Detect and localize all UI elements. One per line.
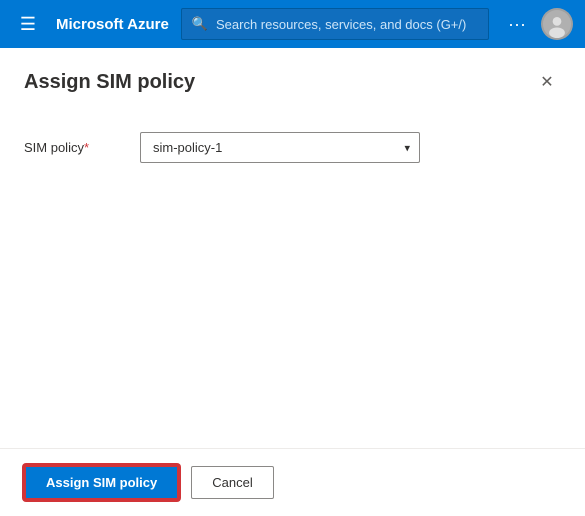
- close-button[interactable]: ✕: [533, 68, 561, 96]
- sim-policy-select[interactable]: sim-policy-1 sim-policy-2 sim-policy-3: [140, 132, 420, 163]
- search-icon: 🔍: [192, 16, 208, 32]
- more-options-button[interactable]: ···: [501, 8, 533, 40]
- search-input[interactable]: [216, 17, 478, 32]
- ellipsis-icon: ···: [508, 14, 526, 35]
- navbar: ☰ Microsoft Azure 🔍 ···: [0, 0, 585, 48]
- azure-brand-logo: Microsoft Azure: [56, 16, 169, 33]
- sim-policy-label: SIM policy*: [24, 140, 124, 155]
- required-indicator: *: [84, 140, 89, 155]
- sim-policy-field-row: SIM policy* sim-policy-1 sim-policy-2 si…: [24, 132, 561, 163]
- panel-header: Assign SIM policy ✕: [0, 48, 585, 112]
- user-avatar[interactable]: [541, 8, 573, 40]
- panel-title: Assign SIM policy: [24, 71, 195, 94]
- hamburger-menu-button[interactable]: ☰: [12, 8, 44, 40]
- panel-footer: Assign SIM policy Cancel: [0, 448, 585, 516]
- assign-sim-policy-panel: Assign SIM policy ✕ SIM policy* sim-poli…: [0, 48, 585, 516]
- navbar-actions: ···: [501, 8, 573, 40]
- sim-policy-select-wrapper: sim-policy-1 sim-policy-2 sim-policy-3 ▾: [140, 132, 420, 163]
- global-search-bar[interactable]: 🔍: [181, 8, 489, 40]
- panel-content: SIM policy* sim-policy-1 sim-policy-2 si…: [0, 112, 585, 448]
- assign-sim-policy-button[interactable]: Assign SIM policy: [24, 465, 179, 500]
- cancel-button[interactable]: Cancel: [191, 466, 273, 499]
- hamburger-icon: ☰: [20, 14, 36, 35]
